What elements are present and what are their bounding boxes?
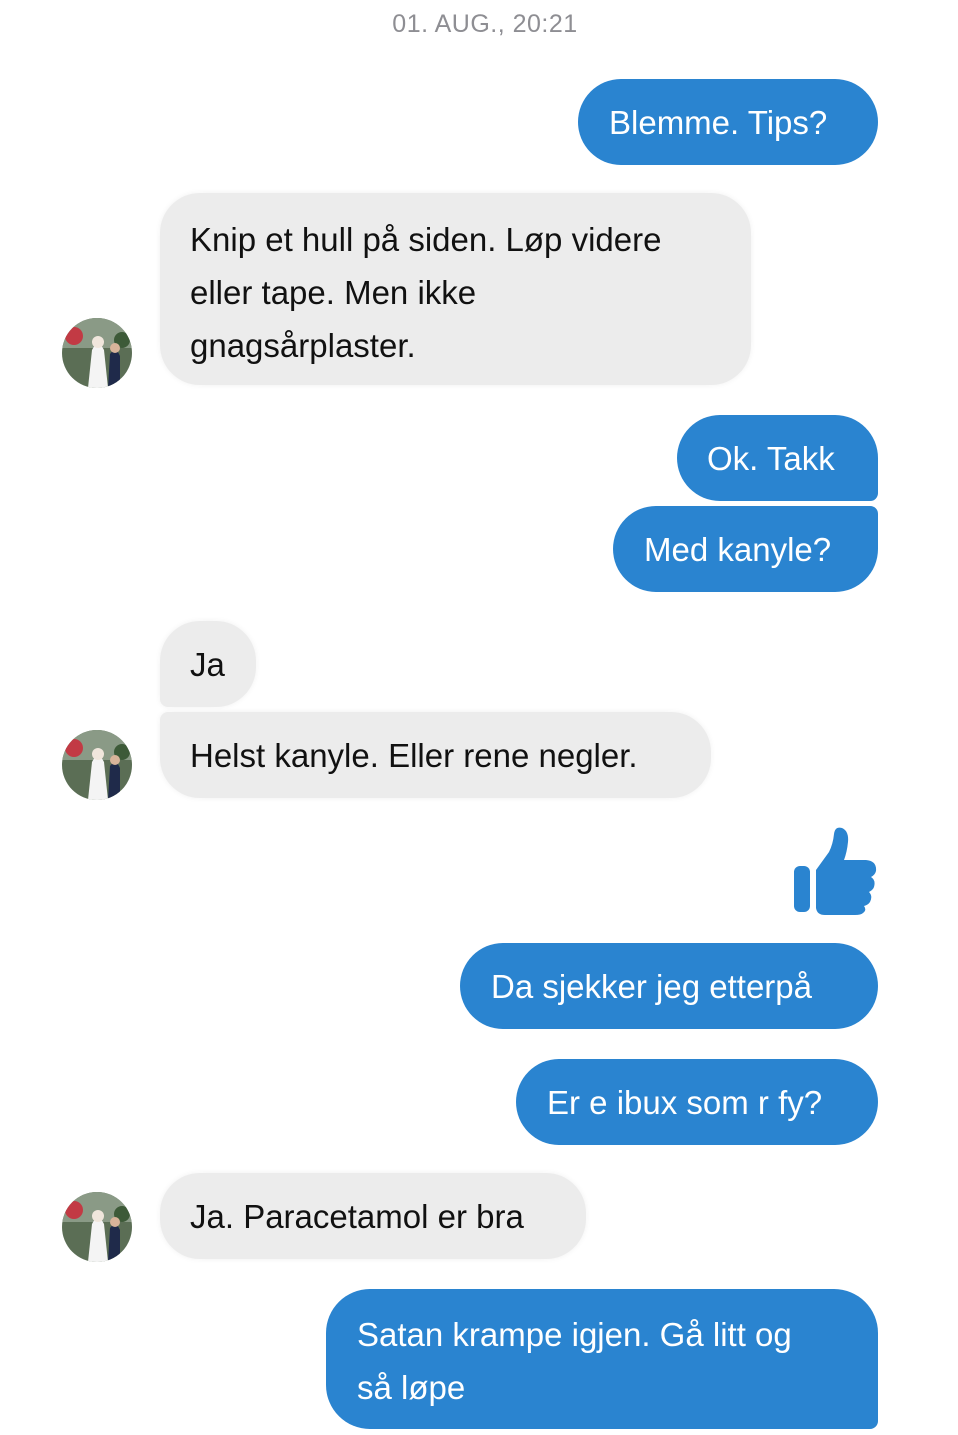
message-text: Ok. Takk [707, 440, 835, 477]
outgoing-message-bubble[interactable]: Ok. Takk [677, 415, 878, 501]
message-text-line: Satan krampe igjen. Gå litt og [357, 1316, 792, 1353]
incoming-message-bubble[interactable]: Knip et hull på siden. Løp videre eller … [160, 193, 751, 385]
message-text: Helst kanyle. Eller rene negler. [190, 737, 638, 774]
message-text-line: så løpe [357, 1369, 466, 1406]
outgoing-message-bubble[interactable]: Da sjekker jeg etterpå [460, 943, 878, 1029]
contact-avatar[interactable] [62, 730, 132, 800]
message-text: Ja [190, 646, 225, 683]
message-text-line: Knip et hull på siden. Løp videre [190, 221, 662, 258]
message-text: Med kanyle? [644, 531, 832, 568]
message-timestamp: 01. AUG., 20:21 [392, 10, 578, 38]
outgoing-message-bubble[interactable]: Blemme. Tips? [578, 79, 878, 165]
message-text: Er e ibux som r fy? [547, 1084, 823, 1121]
thumbs-up-icon[interactable] [791, 826, 879, 916]
contact-avatar[interactable] [62, 318, 132, 388]
outgoing-message-bubble[interactable]: Satan krampe igjen. Gå litt og så løpe [326, 1289, 878, 1429]
outgoing-message-bubble[interactable]: Med kanyle? [613, 506, 878, 592]
incoming-message-bubble[interactable]: Ja [160, 621, 256, 707]
message-text: Blemme. Tips? [609, 104, 828, 141]
message-text: Ja. Paracetamol er bra [190, 1198, 524, 1235]
outgoing-message-bubble[interactable]: Er e ibux som r fy? [516, 1059, 878, 1145]
message-text-line: gnagsårplaster. [190, 327, 416, 364]
message-text-line: eller tape. Men ikke [190, 274, 477, 311]
incoming-message-bubble[interactable]: Helst kanyle. Eller rene negler. [160, 712, 711, 798]
contact-avatar[interactable] [62, 1192, 132, 1262]
message-text: Da sjekker jeg etterpå [491, 968, 812, 1005]
incoming-message-bubble[interactable]: Ja. Paracetamol er bra [160, 1173, 586, 1259]
